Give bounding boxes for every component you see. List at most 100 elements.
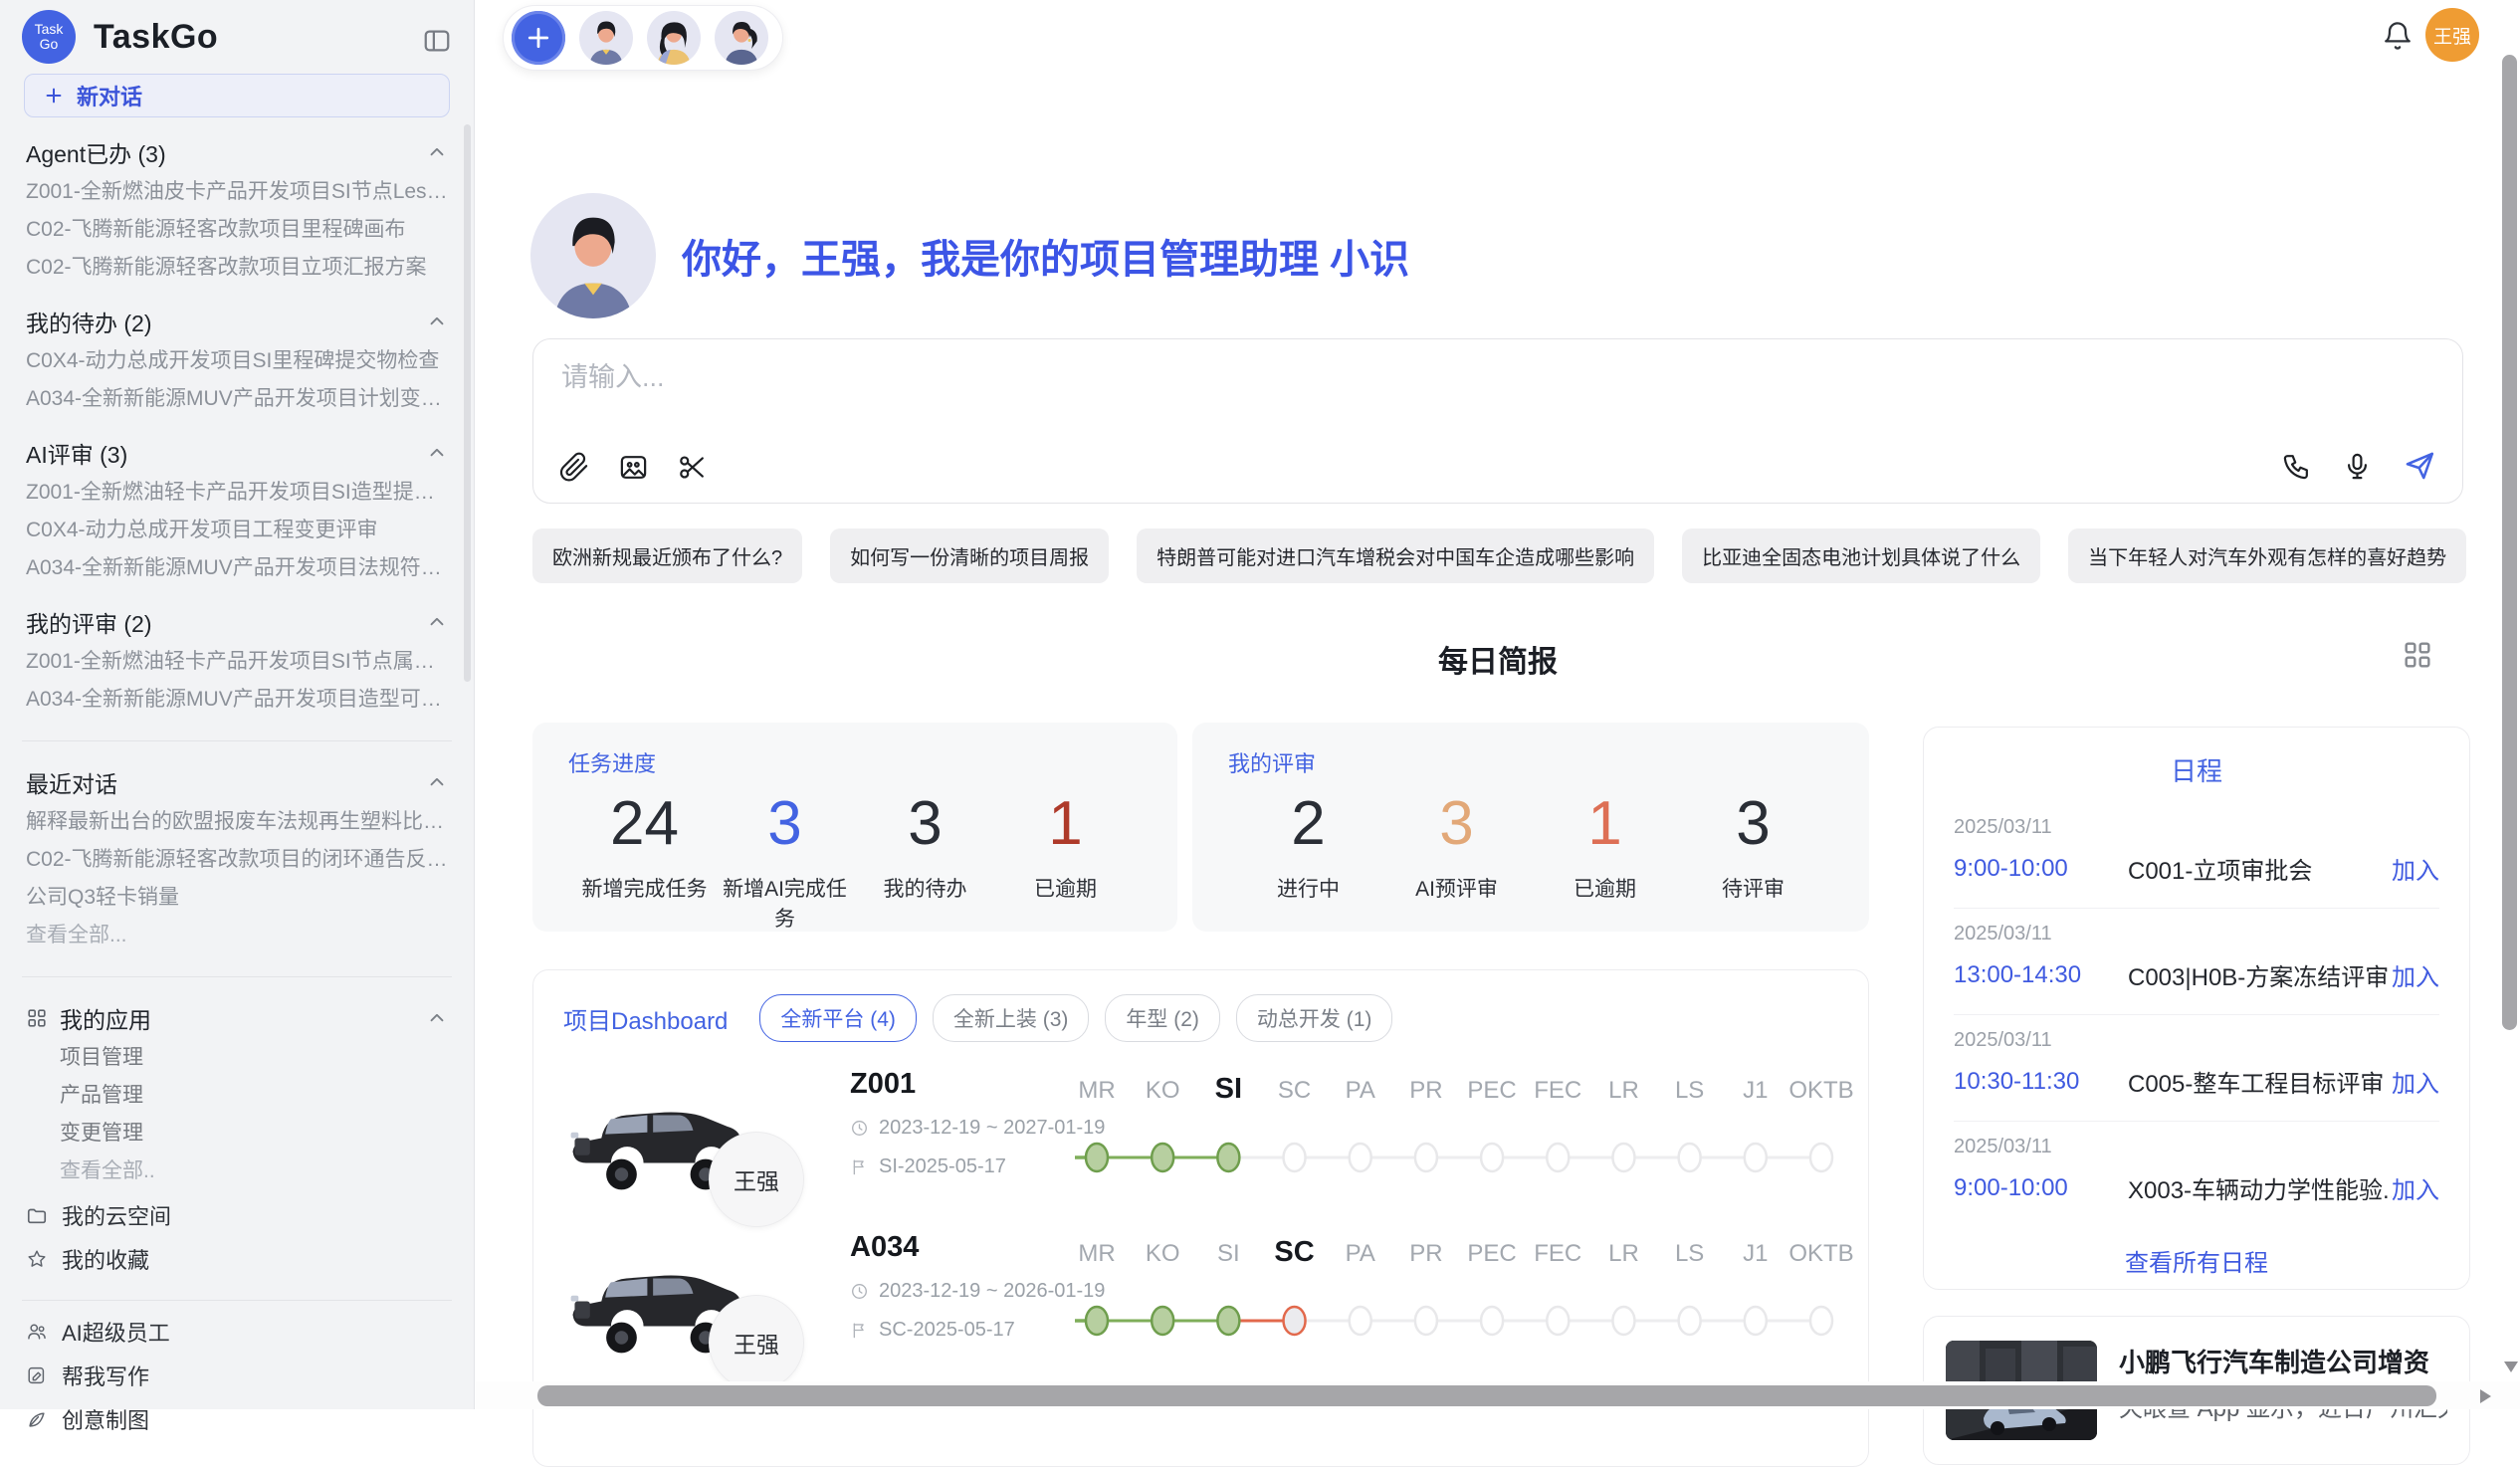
- event-name: C001-立项审批会: [2128, 851, 2392, 886]
- sidebar-task-item[interactable]: C02-飞腾新能源轻客改款项目里程碑画布: [26, 217, 448, 243]
- project-flag-text: SC-2025-05-17: [879, 1319, 1015, 1342]
- app-menu-item[interactable]: 产品管理: [26, 1083, 448, 1109]
- stat: 3新增AI完成任务: [715, 788, 855, 933]
- event-time: 9:00-10:00: [1954, 855, 2128, 883]
- milestone-timeline: MRKOSISCPAPRPECFECLRLSJ1OKTB: [1071, 1221, 1867, 1375]
- sidebar-item-folder[interactable]: 我的云空间: [26, 1202, 448, 1228]
- svg-text:SI: SI: [1215, 1073, 1242, 1105]
- sidebar-task-item[interactable]: Z001-全新燃油皮卡产品开发项目SI节点Lesson Learn报告: [26, 179, 448, 205]
- svg-text:PR: PR: [1409, 1077, 1442, 1104]
- new-chat-button[interactable]: 新对话: [24, 74, 450, 117]
- project-row[interactable]: 王强A0342023-12-19 ~ 2026-01-19SC-2025-05-…: [561, 1229, 1855, 1388]
- view-all-conversations-link[interactable]: 查看全部...: [26, 923, 448, 948]
- sidebar-section-header[interactable]: 我的评审 (2): [26, 607, 448, 637]
- section-title: Agent已办 (3): [26, 135, 166, 169]
- notification-bell-icon[interactable]: [2382, 20, 2414, 52]
- dashboard-filter-chip[interactable]: 年型 (2): [1105, 994, 1220, 1042]
- vertical-scrollbar-thumb[interactable]: [2502, 55, 2517, 1030]
- svg-text:J1: J1: [1743, 1077, 1768, 1104]
- sidebar-task-item[interactable]: C0X4-动力总成开发项目工程变更评审: [26, 518, 448, 543]
- sidebar-section-header[interactable]: AI评审 (3): [26, 438, 448, 468]
- send-icon[interactable]: [2403, 449, 2436, 483]
- sidebar-tool-people[interactable]: AI超级员工: [26, 1319, 448, 1345]
- divider: [22, 976, 452, 977]
- view-all-schedule-link[interactable]: 查看所有日程: [1924, 1243, 2469, 1278]
- message-input-card: [532, 338, 2463, 504]
- suggestion-chip[interactable]: 如何写一份清晰的项目周报: [830, 528, 1109, 583]
- join-event-link[interactable]: 加入: [2392, 1064, 2439, 1099]
- star-icon: [26, 1248, 48, 1270]
- news-title: 小鹏飞行汽车制造公司增资: [2119, 1343, 2429, 1379]
- member-avatar[interactable]: [647, 11, 701, 65]
- sidebar-tool-write[interactable]: 帮我写作: [26, 1362, 448, 1388]
- scroll-right-arrow-icon[interactable]: [2480, 1389, 2491, 1403]
- plus-icon: [43, 85, 65, 106]
- suggestion-chip[interactable]: 欧洲新规最近颁布了什么?: [532, 528, 802, 583]
- section-title: AI评审 (3): [26, 436, 127, 470]
- suggestion-chip[interactable]: 比亚迪全固态电池计划具体说了什么: [1682, 528, 2040, 583]
- suggestion-chip[interactable]: 当下年轻人对汽车外观有怎样的喜好趋势: [2068, 528, 2466, 583]
- schedule-card: 日程 2025/03/119:00-10:00C001-立项审批会加入2025/…: [1923, 727, 2470, 1290]
- suggestion-chip[interactable]: 特朗普可能对进口汽车增税会对中国车企造成哪些影响: [1137, 528, 1654, 583]
- message-input[interactable]: [559, 361, 2056, 394]
- task-progress-card: 任务进度 24新增完成任务3新增AI完成任务3我的待办1已逾期: [532, 723, 1177, 932]
- flag-icon: [850, 1321, 869, 1340]
- sidebar-task-item[interactable]: Z001-全新燃油轻卡产品开发项目SI节点属性5D文件评审: [26, 649, 448, 675]
- sidebar-section-header[interactable]: 我的待办 (2): [26, 307, 448, 336]
- svg-text:SC: SC: [1274, 1236, 1314, 1268]
- screenshot-icon[interactable]: [677, 452, 708, 483]
- sidebar-section-header[interactable]: 最近对话: [26, 767, 448, 797]
- sidebar-item-label: 我的云空间: [62, 1199, 171, 1231]
- image-upload-icon[interactable]: [618, 452, 649, 483]
- sidebar-task-item[interactable]: A034-全新新能源MUV产品开发项目计划变更表编写: [26, 386, 448, 412]
- app-menu-item[interactable]: 项目管理: [26, 1045, 448, 1071]
- member-avatar[interactable]: [715, 11, 768, 65]
- sidebar-task-item[interactable]: C02-飞腾新能源轻客改款项目立项汇报方案: [26, 255, 448, 281]
- join-event-link[interactable]: 加入: [2392, 957, 2439, 992]
- greeting-text: 你好，王强，我是你的项目管理助理 小识: [682, 227, 1409, 285]
- sidebar-section-header[interactable]: Agent已办 (3): [26, 137, 448, 167]
- microphone-icon[interactable]: [2342, 451, 2373, 482]
- conversation-toolbar: [503, 5, 783, 71]
- project-flag: SI-2025-05-17: [850, 1155, 1105, 1178]
- dashboard-filter-chip[interactable]: 全新上装 (3): [933, 994, 1090, 1042]
- horizontal-scrollbar-thumb[interactable]: [537, 1385, 2436, 1406]
- schedule-title: 日程: [1924, 751, 2469, 788]
- sidebar-item-star[interactable]: 我的收藏: [26, 1246, 448, 1272]
- join-event-link[interactable]: 加入: [2392, 851, 2439, 886]
- stat: 3待评审: [1679, 788, 1827, 903]
- avatar-man-icon: [579, 11, 633, 65]
- member-avatar[interactable]: [579, 11, 633, 65]
- user-avatar[interactable]: 王强: [2425, 8, 2479, 62]
- sidebar-task-item[interactable]: Z001-全新燃油轻卡产品开发项目SI造型提交物评审: [26, 480, 448, 506]
- sidebar-collapse-icon[interactable]: [422, 26, 452, 56]
- scroll-down-arrow-icon[interactable]: [2504, 1362, 2518, 1372]
- project-dates: 2023-12-19 ~ 2027-01-19: [850, 1117, 1105, 1140]
- view-all-apps-link[interactable]: 查看全部..: [26, 1158, 448, 1184]
- svg-text:PR: PR: [1409, 1240, 1442, 1267]
- sidebar-section-header[interactable]: 我的应用: [26, 1003, 448, 1033]
- dashboard-filter-chip[interactable]: 全新平台 (4): [759, 994, 917, 1042]
- sidebar-task-item[interactable]: C0X4-动力总成开发项目SI里程碑提交物检查: [26, 348, 448, 374]
- sidebar-tool-pen[interactable]: 创意制图: [26, 1406, 448, 1432]
- sidebar-task-item[interactable]: A034-全新新能源MUV产品开发项目造型可行性评审: [26, 687, 448, 713]
- chevron-up-icon: [426, 311, 448, 332]
- section-title: 我的待办 (2): [26, 305, 152, 338]
- event-time: 13:00-14:30: [1954, 961, 2128, 989]
- recent-conversation-item[interactable]: 解释最新出台的欧盟报废车法规再生塑料比例被调至15%...: [26, 809, 448, 835]
- add-conversation-button[interactable]: [512, 11, 565, 65]
- join-event-link[interactable]: 加入: [2392, 1170, 2439, 1205]
- app-menu-item[interactable]: 变更管理: [26, 1121, 448, 1147]
- sidebar-scrollbar-thumb[interactable]: [464, 124, 471, 682]
- attachment-icon[interactable]: [559, 452, 590, 483]
- recent-conversation-item[interactable]: C02-飞腾新能源轻客改款项目的闭环通告反馈情况: [26, 847, 448, 873]
- project-row[interactable]: 王强Z0012023-12-19 ~ 2027-01-19SI-2025-05-…: [561, 1066, 1855, 1225]
- sidebar-task-item[interactable]: A034-全新新能源MUV产品开发项目法规符合性评审: [26, 555, 448, 581]
- recent-conversation-item[interactable]: 公司Q3轻卡销量: [26, 885, 448, 911]
- sidebar-sections: Agent已办 (3) Z001-全新燃油皮卡产品开发项目SI节点Lesson L…: [0, 127, 474, 1432]
- briefing-layout-grid-icon[interactable]: [2402, 639, 2433, 671]
- voice-call-icon[interactable]: [2281, 451, 2312, 482]
- dashboard-filter-chip[interactable]: 动总开发 (1): [1236, 994, 1393, 1042]
- svg-text:SC: SC: [1278, 1077, 1311, 1104]
- section-title: 我的评审 (2): [26, 605, 152, 639]
